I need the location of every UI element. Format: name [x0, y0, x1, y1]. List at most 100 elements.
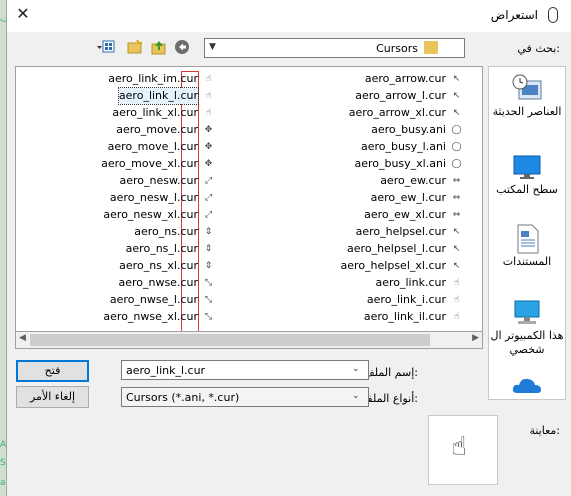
- chevron-down-icon[interactable]: ⌄: [352, 364, 360, 374]
- new-folder-icon[interactable]: [127, 39, 143, 55]
- place-onedrive[interactable]: [489, 373, 565, 397]
- filetype-combo[interactable]: ⌄ Cursors (*.ani, *.cur): [121, 387, 369, 407]
- preview-box: ☝: [428, 415, 498, 485]
- ns-resize-icon: ⇕: [204, 261, 213, 271]
- look-in-combo[interactable]: ▼ Cursors: [204, 38, 465, 58]
- file-item[interactable]: aero_arrow_xl.cur ↖: [244, 105, 464, 121]
- file-item[interactable]: aero_busy.ani ◯: [244, 122, 464, 138]
- place-recent-items[interactable]: العناصر الحديثة: [489, 73, 565, 118]
- file-item[interactable]: aero_ns_l.cur ⇕: [16, 241, 216, 257]
- file-name: aero_busy_l.ani: [360, 140, 446, 153]
- file-name: aero_arrow_xl.cur: [348, 106, 446, 119]
- close-button[interactable]: ✕: [13, 4, 33, 24]
- file-item[interactable]: aero_link_il.cur ☝: [244, 309, 464, 325]
- file-item[interactable]: aero_link_xl.cur ☝: [16, 105, 216, 121]
- view-menu-icon[interactable]: [97, 39, 115, 55]
- file-item[interactable]: aero_arrow.cur ↖: [244, 71, 464, 87]
- help-select-icon: ↖: [452, 227, 461, 237]
- back-icon[interactable]: [174, 39, 190, 55]
- scrollbar-thumb[interactable]: [30, 334, 430, 346]
- file-item[interactable]: aero_ns_xl.cur ⇕: [16, 258, 216, 274]
- cancel-button[interactable]: إلغاء الأمر: [16, 386, 89, 408]
- nwse-resize-icon: ⤡: [204, 312, 213, 322]
- place-label: المستندات: [502, 255, 552, 268]
- preview-label: معاينة:: [529, 424, 560, 437]
- this-pc-icon: [511, 297, 543, 329]
- file-item[interactable]: aero_move_l.cur ✥: [16, 139, 216, 155]
- file-name: aero_nesw_l.cur: [109, 191, 198, 204]
- ns-resize-icon: ⇕: [204, 227, 213, 237]
- hand-cursor-icon: ☝: [453, 278, 460, 288]
- file-item[interactable]: aero_nwse_xl.cur ⤡: [16, 309, 216, 325]
- nwse-resize-icon: ⤡: [204, 295, 213, 305]
- hand-cursor-icon: ☝: [453, 312, 460, 322]
- file-item[interactable]: aero_link.cur ☝: [244, 275, 464, 291]
- hand-cursor-icon: ☝: [205, 91, 212, 101]
- scroll-right-icon[interactable]: ▶: [472, 333, 479, 343]
- up-folder-icon[interactable]: [151, 39, 167, 55]
- file-item[interactable]: aero_link_l.cur ☝: [16, 87, 216, 105]
- nesw-resize-icon: ⤢: [204, 193, 213, 203]
- file-item[interactable]: aero_nwse_l.cur ⤡: [16, 292, 216, 308]
- file-name: aero_ns_l.cur: [125, 242, 198, 255]
- horizontal-scrollbar[interactable]: ◀ ▶: [15, 332, 483, 349]
- file-item[interactable]: aero_link_im.cur ☝: [16, 71, 216, 87]
- arrow-cursor-icon: ↖: [452, 108, 461, 118]
- file-item[interactable]: aero_ns.cur ⇕: [16, 224, 216, 240]
- file-item[interactable]: aero_busy_l.ani ◯: [244, 139, 464, 155]
- file-name: aero_link_xl.cur: [112, 106, 198, 119]
- ew-resize-icon: ⇔: [452, 210, 461, 220]
- move-cursor-icon: ✥: [204, 142, 213, 152]
- ns-resize-icon: ⇕: [204, 244, 213, 254]
- file-item[interactable]: aero_helpsel_l.cur ↖: [244, 241, 464, 257]
- file-item[interactable]: aero_ew_l.cur ⇔: [244, 190, 464, 206]
- file-name: aero_link_l.cur: [117, 87, 200, 105]
- file-item[interactable]: aero_helpsel.cur ↖: [244, 224, 464, 240]
- place-this-pc[interactable]: هذا الكمبيوتر ال شخصي: [489, 297, 565, 357]
- move-cursor-icon: ✥: [204, 125, 213, 135]
- file-item[interactable]: aero_nesw_l.cur ⤢: [16, 190, 216, 206]
- onedrive-icon: [511, 373, 543, 397]
- hand-cursor-icon: ☝: [451, 432, 467, 462]
- file-item[interactable]: aero_ew_xl.cur ⇔: [244, 207, 464, 223]
- hand-cursor-icon: ☝: [205, 74, 212, 84]
- chevron-down-icon[interactable]: ⌄: [352, 391, 360, 401]
- file-name: aero_arrow.cur: [364, 72, 446, 85]
- documents-icon: [511, 223, 543, 255]
- file-item[interactable]: aero_move_xl.cur ✥: [16, 156, 216, 172]
- file-name: aero_link_i.cur: [366, 293, 446, 306]
- ew-resize-icon: ⇔: [452, 193, 461, 203]
- file-item[interactable]: aero_nesw.cur ⤢: [16, 173, 216, 189]
- chevron-down-icon: ▼: [209, 42, 216, 52]
- file-name: aero_helpsel_xl.cur: [340, 259, 446, 272]
- file-name: aero_ns_xl.cur: [119, 259, 198, 272]
- file-list: aero_arrow.cur ↖ aero_arrow_l.cur ↖ aero_arr…: [15, 66, 483, 332]
- file-item[interactable]: aero_nesw_xl.cur ⤢: [16, 207, 216, 223]
- file-item[interactable]: aero_move.cur ✥: [16, 122, 216, 138]
- file-name: aero_nesw.cur: [119, 174, 198, 187]
- file-item[interactable]: aero_ew.cur ⇔: [244, 173, 464, 189]
- file-item[interactable]: aero_link_i.cur ☝: [244, 292, 464, 308]
- file-name: aero_nwse.cur: [118, 276, 198, 289]
- file-name: aero_ew_xl.cur: [364, 208, 446, 221]
- place-desktop[interactable]: سطح المكتب: [489, 151, 565, 196]
- file-item[interactable]: aero_busy_xl.ani ◯: [244, 156, 464, 172]
- scroll-left-icon[interactable]: ◀: [19, 333, 26, 343]
- file-name: aero_nwse_xl.cur: [103, 310, 198, 323]
- arrow-cursor-icon: ↖: [452, 91, 461, 101]
- place-documents[interactable]: المستندات: [489, 223, 565, 268]
- open-button[interactable]: فتح: [16, 360, 89, 382]
- file-item[interactable]: aero_helpsel_xl.cur ↖: [244, 258, 464, 274]
- arrow-cursor-icon: ↖: [452, 74, 461, 84]
- file-item[interactable]: aero_arrow_l.cur ↖: [244, 88, 464, 104]
- nesw-resize-icon: ⤢: [204, 210, 213, 220]
- file-name: aero_helpsel_l.cur: [347, 242, 446, 255]
- file-name: aero_link_il.cur: [363, 310, 446, 323]
- filename-combo[interactable]: ⌄ aero_link_l.cur: [121, 360, 369, 380]
- ew-resize-icon: ⇔: [452, 176, 461, 186]
- file-item[interactable]: aero_nwse.cur ⤡: [16, 275, 216, 291]
- file-name: aero_arrow_l.cur: [355, 89, 446, 102]
- background-fragment: S: [0, 458, 6, 468]
- look-in-label: بحث في:: [517, 42, 560, 55]
- file-name: aero_move_l.cur: [107, 140, 198, 153]
